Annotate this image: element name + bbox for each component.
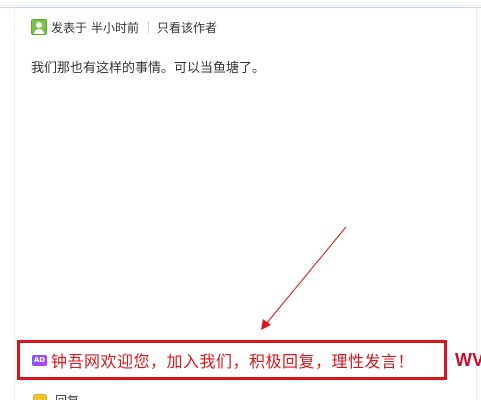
reply-label: 回复 bbox=[55, 392, 79, 400]
meta-divider bbox=[148, 21, 150, 33]
top-divider bbox=[0, 5, 481, 6]
post-content: 我们那也有这样的事情。可以当鱼塘了。 bbox=[31, 61, 266, 76]
author-only-link[interactable]: 只看该作者 bbox=[157, 19, 217, 36]
annotation-arrow-line bbox=[265, 226, 347, 325]
left-border bbox=[14, 8, 15, 400]
top-divider-dark bbox=[0, 7, 481, 8]
right-border bbox=[476, 8, 477, 400]
ad-badge-icon: AD bbox=[32, 354, 47, 366]
reply-action[interactable]: 回复 bbox=[33, 392, 79, 400]
posted-label: 发表于 bbox=[51, 20, 88, 35]
annotation-arrow-head bbox=[261, 319, 271, 330]
post-meta: 发表于 半小时前 只看该作者 bbox=[31, 18, 217, 36]
ad-message[interactable]: 钟吾网欢迎您，加入我们，积极回复，理性发言！ bbox=[51, 348, 414, 372]
post-page: 发表于 半小时前 只看该作者 我们那也有这样的事情。可以当鱼塘了。 AD 钟吾网… bbox=[0, 0, 481, 400]
reply-icon bbox=[33, 393, 47, 400]
posted-time: 半小时前 bbox=[91, 20, 140, 35]
ad-watermark: WV bbox=[455, 350, 481, 370]
author-avatar-icon bbox=[31, 19, 47, 35]
ad-banner[interactable]: AD 钟吾网欢迎您，加入我们，积极回复，理性发言！ bbox=[17, 340, 447, 380]
